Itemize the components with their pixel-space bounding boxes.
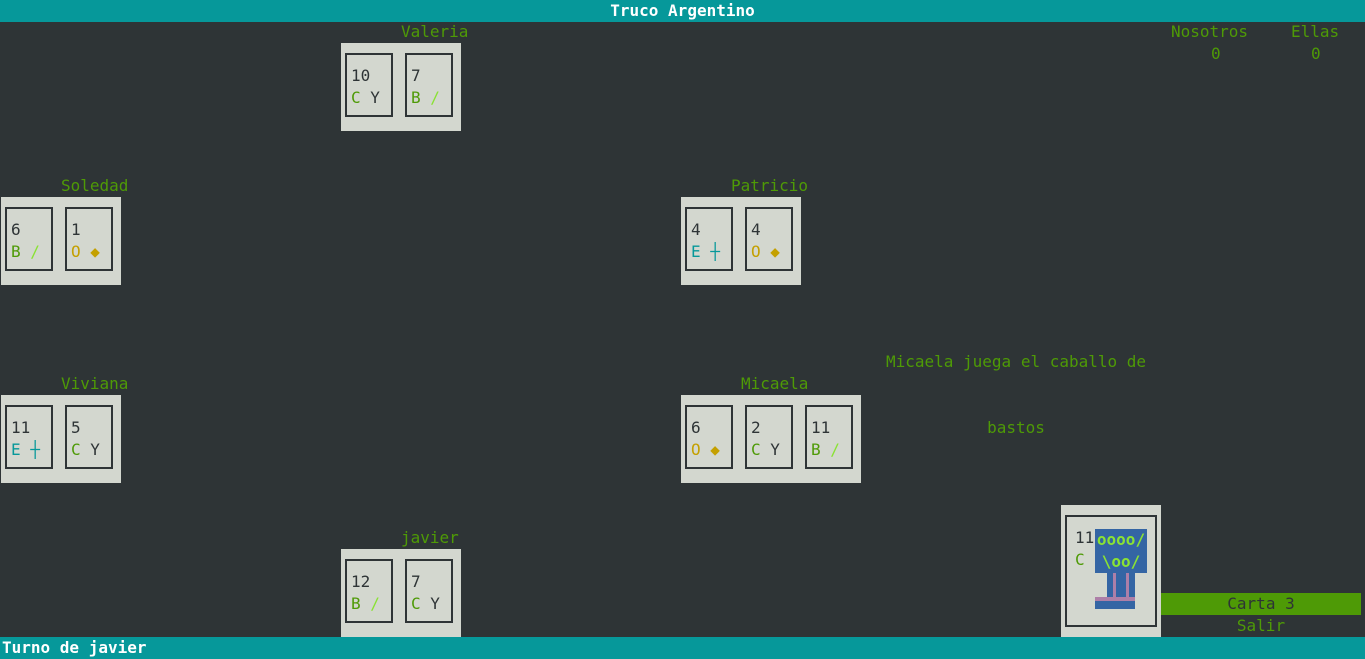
card-suit: O ◆ bbox=[691, 440, 720, 459]
card-number: 11 bbox=[811, 418, 831, 437]
game-message-line2: bastos bbox=[987, 418, 1045, 437]
hand-soledad: 6 B / 1 O ◆ bbox=[1, 197, 121, 285]
cup-art-icon: oooo/ \oo/ bbox=[1095, 529, 1147, 619]
club-icon: / bbox=[430, 88, 440, 107]
title-bar: Truco Argentino bbox=[0, 0, 1365, 22]
card-suit: E ┼ bbox=[691, 242, 720, 261]
card-number: 7 bbox=[411, 66, 421, 85]
club-icon: / bbox=[830, 440, 840, 459]
selected-card[interactable]: 11 C oooo/ \oo/ bbox=[1065, 515, 1157, 627]
status-text: Turno de javier bbox=[2, 638, 147, 657]
card-suit: C Y bbox=[751, 440, 780, 459]
cup-stem-icon bbox=[1095, 573, 1135, 609]
card-suit: B / bbox=[411, 88, 440, 107]
card[interactable]: 10 C Y bbox=[345, 53, 393, 117]
card-number: 4 bbox=[691, 220, 701, 239]
hand-micaela: 6 O ◆ 2 C Y 11 B / bbox=[681, 395, 861, 483]
club-icon: / bbox=[30, 242, 40, 261]
card[interactable]: 6 O ◆ bbox=[685, 405, 733, 469]
card[interactable]: 4 E ┼ bbox=[685, 207, 733, 271]
app-title: Truco Argentino bbox=[610, 1, 755, 20]
card[interactable]: 11 B / bbox=[805, 405, 853, 469]
selected-card-panel: 11 C oooo/ \oo/ bbox=[1061, 505, 1161, 637]
team2-score: 0 bbox=[1311, 44, 1321, 63]
card-number: 6 bbox=[691, 418, 701, 437]
team1-score: 0 bbox=[1211, 44, 1221, 63]
sword-icon: ┼ bbox=[30, 440, 40, 459]
card-suit: B / bbox=[351, 594, 380, 613]
status-bar: Turno de javier bbox=[0, 637, 1365, 659]
card-suit: E ┼ bbox=[11, 440, 40, 459]
card-number: 4 bbox=[751, 220, 761, 239]
selected-card-number: 11 bbox=[1075, 528, 1095, 547]
card-suit: O ◆ bbox=[751, 242, 780, 261]
card[interactable]: 7 B / bbox=[405, 53, 453, 117]
player-name-soledad: Soledad bbox=[61, 176, 129, 195]
hand-valeria: 10 C Y 7 B / bbox=[341, 43, 461, 131]
menu-item-carta[interactable]: Carta 3 bbox=[1161, 593, 1361, 615]
card-suit: B / bbox=[11, 242, 40, 261]
cup-icon: Y bbox=[90, 440, 100, 459]
game-message: Micaela juega el caballo de bastos bbox=[881, 307, 1151, 461]
club-icon: / bbox=[370, 594, 380, 613]
player-name-patricio: Patricio bbox=[731, 176, 809, 195]
card-number: 5 bbox=[71, 418, 81, 437]
card[interactable]: 7 C Y bbox=[405, 559, 453, 623]
coin-icon: ◆ bbox=[770, 242, 780, 261]
player-name-javier: javier bbox=[401, 528, 459, 547]
team1-label: Nosotros bbox=[1171, 22, 1249, 41]
card-suit: C Y bbox=[71, 440, 100, 459]
card[interactable]: 12 B / bbox=[345, 559, 393, 623]
sword-icon: ┼ bbox=[710, 242, 720, 261]
menu-item-salir[interactable]: Salir bbox=[1161, 615, 1361, 637]
card-number: 12 bbox=[351, 572, 371, 591]
card[interactable]: 2 C Y bbox=[745, 405, 793, 469]
card-number: 1 bbox=[71, 220, 81, 239]
selected-card-suit: C bbox=[1075, 550, 1085, 569]
player-name-valeria: Valeria bbox=[401, 22, 469, 41]
card-number: 6 bbox=[11, 220, 21, 239]
card-number: 11 bbox=[11, 418, 31, 437]
hand-patricio: 4 E ┼ 4 O ◆ bbox=[681, 197, 801, 285]
card-suit: C Y bbox=[351, 88, 380, 107]
game-message-line1: Micaela juega el caballo de bbox=[885, 352, 1147, 371]
coin-icon: ◆ bbox=[710, 440, 720, 459]
card-suit: C Y bbox=[411, 594, 440, 613]
card[interactable]: 5 C Y bbox=[65, 405, 113, 469]
cup-icon: Y bbox=[770, 440, 780, 459]
card-number: 7 bbox=[411, 572, 421, 591]
card[interactable]: 6 B / bbox=[5, 207, 53, 271]
card[interactable]: 4 O ◆ bbox=[745, 207, 793, 271]
card-number: 10 bbox=[351, 66, 371, 85]
card-suit: B / bbox=[811, 440, 840, 459]
card[interactable]: 1 O ◆ bbox=[65, 207, 113, 271]
art-line-2: \oo/ bbox=[1095, 551, 1147, 573]
team2-label: Ellas bbox=[1291, 22, 1340, 41]
cup-icon: Y bbox=[430, 594, 440, 613]
hand-javier: 12 B / 7 C Y bbox=[341, 549, 461, 637]
card[interactable]: 11 E ┼ bbox=[5, 405, 53, 469]
art-line-1: oooo/ bbox=[1095, 529, 1147, 551]
player-name-viviana: Viviana bbox=[61, 374, 129, 393]
player-name-micaela: Micaela bbox=[741, 374, 809, 393]
card-suit: O ◆ bbox=[71, 242, 100, 261]
card-number: 2 bbox=[751, 418, 761, 437]
coin-icon: ◆ bbox=[90, 242, 100, 261]
hand-viviana: 11 E ┼ 5 C Y bbox=[1, 395, 121, 483]
cup-icon: Y bbox=[370, 88, 380, 107]
